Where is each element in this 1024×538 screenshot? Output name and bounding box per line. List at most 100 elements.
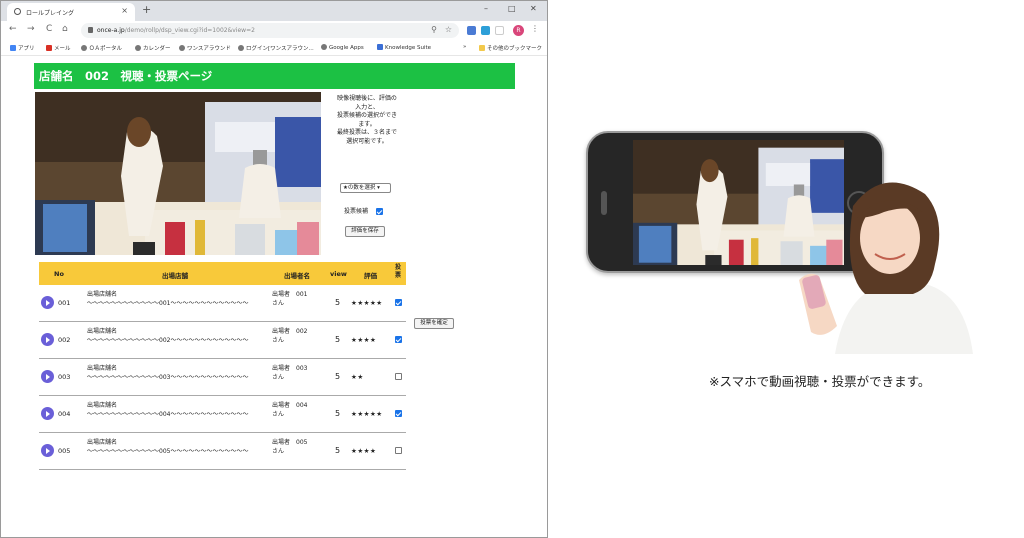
performer-name: 出場者 003 さん: [272, 365, 308, 381]
column-view: view: [330, 270, 347, 278]
rating-stars: ★★★★: [351, 336, 377, 344]
bookmark-mail[interactable]: メール: [46, 44, 71, 52]
view-count: 5: [335, 446, 341, 455]
zoom-icon[interactable]: ⚲: [431, 25, 437, 34]
row-number: 004: [58, 410, 71, 418]
row-number: 001: [58, 299, 71, 307]
save-rating-button[interactable]: 評価を保存: [345, 226, 385, 237]
bookmark-calendar[interactable]: カレンダー: [135, 44, 171, 52]
row-number: 005: [58, 447, 71, 455]
video-player[interactable]: [35, 92, 321, 255]
tab-close-button[interactable]: ×: [121, 6, 128, 15]
view-count: 5: [335, 335, 341, 344]
vote-candidate-checkbox[interactable]: [375, 208, 383, 215]
reload-button[interactable]: C: [46, 24, 52, 34]
play-icon[interactable]: [41, 407, 54, 420]
vote-checkbox[interactable]: [395, 410, 402, 417]
page-title: 店舗名 002 視聴・投票ページ: [34, 63, 515, 89]
browser-tab[interactable]: ロールプレイング ×: [7, 3, 135, 21]
row-number: 002: [58, 336, 71, 344]
table-header: No 出場店舗 出場者名 view 評価 投票: [39, 262, 406, 285]
view-count: 5: [335, 409, 341, 418]
rating-stars: ★★★★: [351, 447, 377, 455]
rating-stars: ★★★★★: [351, 410, 383, 418]
maximize-button[interactable]: □: [508, 4, 516, 13]
web-page: 店舗名 002 視聴・投票ページ 映像視聴後に、評価の 入力と、 投票候補の選択…: [1, 57, 547, 537]
vote-checkbox[interactable]: [395, 336, 402, 343]
table-row: 005 出場店舗名 〜〜〜〜〜〜〜〜〜〜〜〜005〜〜〜〜〜〜〜〜〜〜〜〜〜 出場者 …: [39, 433, 406, 470]
globe-icon: [238, 45, 244, 51]
globe-icon: [321, 44, 327, 50]
new-tab-button[interactable]: +: [142, 3, 151, 16]
extension-translate-icon[interactable]: [467, 26, 476, 35]
shop-name: 出場店舗名 〜〜〜〜〜〜〜〜〜〜〜〜004〜〜〜〜〜〜〜〜〜〜〜〜〜: [87, 402, 249, 418]
instructions-text: 映像視聴後に、評価の 入力と、 投票候補の選択ができ ます。 最終投票は、３名ま…: [336, 95, 397, 145]
extension-app-icon[interactable]: [481, 26, 490, 35]
play-icon[interactable]: [41, 333, 54, 346]
back-button[interactable]: ←: [9, 24, 17, 34]
view-count: 5: [335, 298, 341, 307]
profile-avatar[interactable]: R: [513, 25, 524, 36]
bookmark-login[interactable]: ログイン[ワンスアラウン...: [238, 44, 314, 52]
table-row: 004 出場店舗名 〜〜〜〜〜〜〜〜〜〜〜〜004〜〜〜〜〜〜〜〜〜〜〜〜〜 出場者 …: [39, 396, 406, 433]
column-vote: 投票: [395, 264, 402, 279]
gmail-icon: [46, 45, 52, 51]
table-row: 001 出場店舗名 〜〜〜〜〜〜〜〜〜〜〜〜001〜〜〜〜〜〜〜〜〜〜〜〜〜 出場者 …: [39, 285, 406, 322]
other-bookmarks[interactable]: その他のブックマーク: [479, 44, 542, 52]
table-row: 002 出場店舗名 〜〜〜〜〜〜〜〜〜〜〜〜002〜〜〜〜〜〜〜〜〜〜〜〜〜 出場者 …: [39, 322, 406, 359]
url-text: once-a.jp/demo/rollp/dsp_view.cgi?id=100…: [97, 27, 255, 34]
bookmarks-bar: アプリ メール ＯＡポータル カレンダー ワンスアラウンド ログイン[ワンスアラ…: [1, 40, 547, 56]
phone-speaker: [601, 191, 607, 215]
video-frame: [35, 92, 321, 255]
bookmark-google-apps[interactable]: Google Apps: [321, 44, 364, 51]
bookmarks-overflow-button[interactable]: »: [463, 44, 466, 50]
vote-candidate-toggle: 投票候補: [344, 206, 383, 215]
row-number: 003: [58, 373, 71, 381]
tab-title: ロールプレイング: [26, 10, 75, 17]
shop-name: 出場店舗名 〜〜〜〜〜〜〜〜〜〜〜〜002〜〜〜〜〜〜〜〜〜〜〜〜〜: [87, 328, 249, 344]
home-button[interactable]: ⌂: [62, 24, 68, 34]
menu-kebab-icon[interactable]: ⋮: [531, 24, 539, 33]
bookmark-star-icon[interactable]: ☆: [445, 25, 452, 34]
vote-checkbox[interactable]: [395, 299, 402, 306]
performer-name: 出場者 005 さん: [272, 439, 308, 455]
column-no: No: [54, 270, 64, 278]
bookmark-apps[interactable]: アプリ: [10, 44, 35, 52]
confirm-vote-button[interactable]: 投票を確定: [414, 318, 454, 329]
play-icon[interactable]: [41, 370, 54, 383]
contestant-table: No 出場店舗 出場者名 view 評価 投票 001 出場店舗名 〜〜〜〜〜〜〜〜…: [39, 262, 406, 470]
address-bar: ← → C ⌂ once-a.jp/demo/rollp/dsp_view.cg…: [1, 21, 547, 40]
shop-name: 出場店舗名 〜〜〜〜〜〜〜〜〜〜〜〜005〜〜〜〜〜〜〜〜〜〜〜〜〜: [87, 439, 249, 455]
rating-select[interactable]: ★の数を選択 ▾: [340, 183, 391, 193]
tab-strip: ロールプレイング × + – □ ✕: [1, 1, 547, 21]
globe-icon: [179, 45, 185, 51]
apps-grid-icon: [10, 45, 16, 51]
rating-stars: ★★★★★: [351, 299, 383, 307]
forward-button[interactable]: →: [27, 24, 35, 34]
column-rating: 評価: [364, 272, 377, 280]
vote-checkbox[interactable]: [395, 447, 402, 454]
woman-with-phone-image: [799, 182, 973, 354]
vote-checkbox[interactable]: [395, 373, 402, 380]
caption-text: ※スマホで動画視聴・投票ができます。: [709, 374, 931, 389]
minimize-button[interactable]: –: [484, 4, 488, 13]
globe-icon: [135, 45, 141, 51]
shop-name: 出場店舗名 〜〜〜〜〜〜〜〜〜〜〜〜003〜〜〜〜〜〜〜〜〜〜〜〜〜: [87, 365, 249, 381]
extension-record-icon[interactable]: [495, 26, 504, 35]
shop-name: 出場店舗名 〜〜〜〜〜〜〜〜〜〜〜〜001〜〜〜〜〜〜〜〜〜〜〜〜〜: [87, 291, 249, 307]
globe-icon: [81, 45, 87, 51]
bookmark-once-around[interactable]: ワンスアラウンド: [179, 44, 231, 52]
canvas: ロールプレイング × + – □ ✕ ← → C ⌂ once-a.jp/dem…: [0, 0, 1024, 538]
view-count: 5: [335, 372, 341, 381]
close-window-button[interactable]: ✕: [530, 4, 537, 13]
lock-icon: [88, 27, 93, 33]
bookmark-oa-portal[interactable]: ＯＡポータル: [81, 44, 122, 52]
play-icon[interactable]: [41, 296, 54, 309]
vote-candidate-label: 投票候補: [344, 208, 369, 215]
play-icon[interactable]: [41, 444, 54, 457]
bookmark-knowledge-suite[interactable]: Knowledge Suite: [377, 44, 431, 51]
folder-icon: [479, 45, 485, 51]
performer-name: 出場者 002 さん: [272, 328, 308, 344]
column-performer: 出場者名: [284, 272, 310, 280]
url-field[interactable]: once-a.jp/demo/rollp/dsp_view.cgi?id=100…: [81, 23, 459, 38]
